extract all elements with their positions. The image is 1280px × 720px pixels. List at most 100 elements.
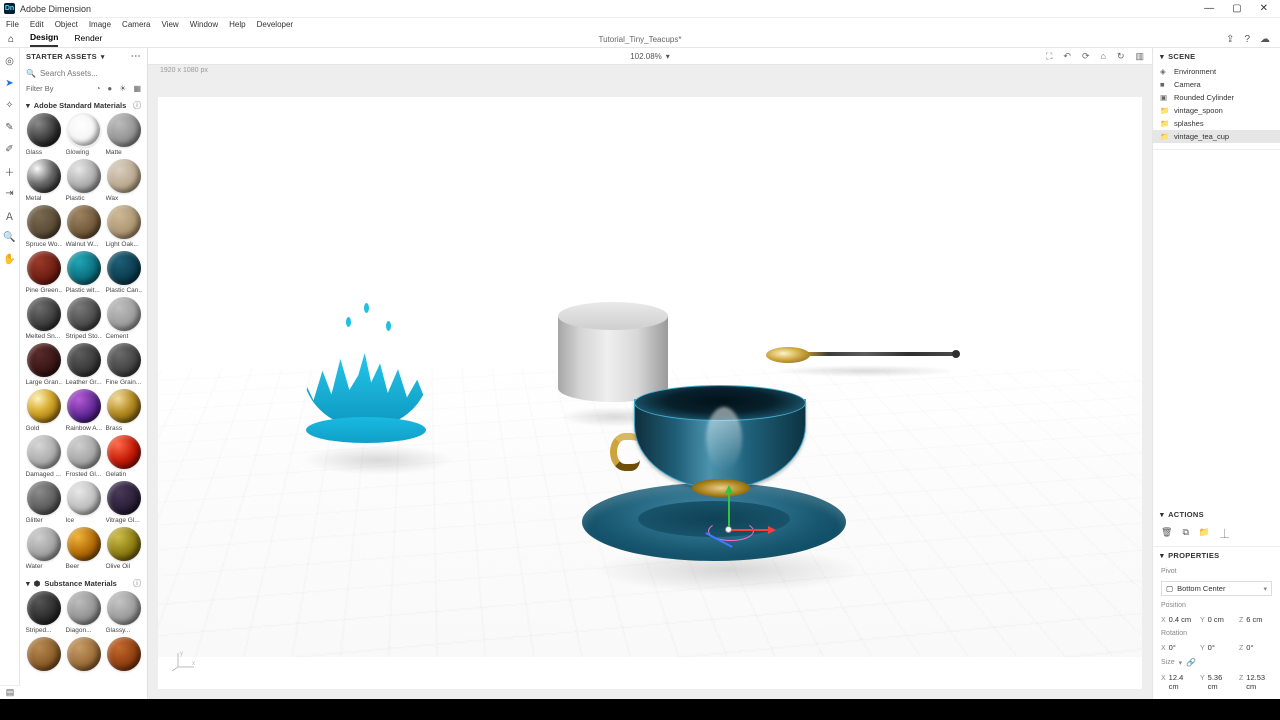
material-metal[interactable]: Metal [25, 159, 62, 202]
pivot-dropdown[interactable]: ▢Bottom Center▾ [1161, 581, 1272, 596]
scene-item-camera[interactable]: ■Camera [1153, 78, 1280, 91]
assets-header[interactable]: STARTER ASSETS ▾ ⋯ [20, 48, 147, 65]
rotation-x[interactable]: X0° [1161, 643, 1194, 652]
refresh-icon[interactable]: ↻ [1117, 51, 1125, 62]
zoom-control[interactable]: 102.08% ▾ [630, 52, 670, 61]
position-z[interactable]: Z6 cm [1239, 615, 1272, 624]
material-gelatin[interactable]: Gelatin [105, 435, 142, 478]
material-plasticwit[interactable]: Plastic wit... [65, 251, 102, 294]
tool-select[interactable]: ➤ [3, 76, 17, 90]
material-largegran[interactable]: Large Gran... [25, 343, 62, 386]
material-gold[interactable]: Gold [25, 389, 62, 432]
camera-home-icon[interactable]: ⌂ [1101, 51, 1106, 62]
scene-item-rounded-cylinder[interactable]: ▣Rounded Cylinder [1153, 91, 1280, 104]
tool-align[interactable]: ⇥ [3, 186, 17, 200]
material-stripedsto[interactable]: Striped Sto... [65, 297, 102, 340]
menu-help[interactable]: Help [229, 20, 245, 29]
material-sprucewo[interactable]: Spruce Wo... [25, 205, 62, 248]
tab-design[interactable]: Design [30, 32, 58, 47]
object-spoon[interactable] [766, 341, 956, 365]
delete-icon[interactable]: 🗑 [1161, 527, 1172, 540]
menu-object[interactable]: Object [55, 20, 78, 29]
help-icon[interactable]: ? [1244, 34, 1250, 45]
actions-header[interactable]: ▾ACTIONS [1153, 506, 1280, 523]
scene-item-environment[interactable]: ◈Environment [1153, 65, 1280, 78]
substance-material[interactable]: Glassy... [105, 591, 142, 634]
substance-material[interactable] [65, 637, 102, 673]
tool-hand[interactable]: ✋ [3, 252, 17, 266]
size-y[interactable]: Y5.36 cm [1200, 673, 1233, 691]
material-glowing[interactable]: Glowing [65, 113, 102, 156]
tool-text[interactable]: Ａ [3, 208, 17, 222]
menu-window[interactable]: Window [190, 20, 218, 29]
section-standard-materials[interactable]: ▾ Adobe Standard Materials ⓘ [20, 96, 147, 113]
rotation-z[interactable]: Z0° [1239, 643, 1272, 652]
material-cement[interactable]: Cement [105, 297, 142, 340]
material-glitter[interactable]: Glitter [25, 481, 62, 524]
size-z[interactable]: Z12.53 cm [1239, 673, 1272, 691]
material-glass[interactable]: Glass [25, 113, 62, 156]
material-damaged[interactable]: Damaged ... [25, 435, 62, 478]
tool-move[interactable]: ✧ [3, 98, 17, 112]
substance-material[interactable]: Diagon... [65, 591, 102, 634]
more-icon[interactable]: ⋯ [131, 51, 141, 62]
material-lightoak[interactable]: Light Oak... [105, 205, 142, 248]
substance-material[interactable] [25, 637, 62, 673]
search-input[interactable] [40, 69, 150, 78]
object-teacup[interactable] [574, 367, 854, 587]
scene-item-splashes[interactable]: 📁splashes [1153, 117, 1280, 130]
group-icon[interactable]: 📁 [1199, 527, 1210, 540]
close-icon[interactable]: ✕ [1260, 3, 1268, 14]
canvas-3d[interactable]: yx [158, 97, 1142, 689]
scene-header[interactable]: ▾SCENE [1153, 48, 1280, 65]
material-pinegreen[interactable]: Pine Green... [25, 251, 62, 294]
scene-item-vintage-spoon[interactable]: 📁vintage_spoon [1153, 104, 1280, 117]
share-icon[interactable]: ⇪ [1226, 34, 1234, 45]
home-icon[interactable]: ⌂ [8, 34, 14, 45]
position-y[interactable]: Y0 cm [1200, 615, 1233, 624]
substance-material[interactable] [105, 637, 142, 673]
tool-zoom[interactable]: 🔍 [3, 230, 17, 244]
material-wax[interactable]: Wax [105, 159, 142, 202]
scene-item-vintage-tea-cup[interactable]: 📁vintage_tea_cup [1153, 130, 1280, 143]
chevron-down-icon[interactable]: ▾ [1179, 659, 1183, 667]
align-ground-icon[interactable]: ⏊ [1220, 527, 1229, 540]
substance-material[interactable]: Striped... [25, 591, 62, 634]
section-substance-materials[interactable]: ▾ ⬢ Substance Materials ⓘ [20, 574, 147, 591]
material-meltedsn[interactable]: Melted Sn... [25, 297, 62, 340]
menu-camera[interactable]: Camera [122, 20, 150, 29]
content-panel-icon[interactable]: ▤ [0, 685, 20, 699]
material-ice[interactable]: Ice [65, 481, 102, 524]
position-x[interactable]: X0.4 cm [1161, 615, 1194, 624]
tool-add[interactable]: ＋ [3, 164, 17, 178]
material-plasticcan[interactable]: Plastic Can... [105, 251, 142, 294]
tool-wand[interactable]: ✎ [3, 120, 17, 134]
menu-edit[interactable]: Edit [30, 20, 44, 29]
camera-sync-icon[interactable]: ⟳ [1082, 51, 1090, 62]
menu-developer[interactable]: Developer [257, 20, 293, 29]
material-brass[interactable]: Brass [105, 389, 142, 432]
material-water[interactable]: Water [25, 527, 62, 570]
minimize-icon[interactable]: — [1204, 3, 1214, 14]
feedback-icon[interactable]: ☁ [1260, 34, 1270, 45]
info-icon[interactable]: ⓘ [133, 578, 141, 589]
transform-gizmo[interactable] [716, 487, 776, 547]
tool-target[interactable]: ◎ [3, 54, 17, 68]
material-matte[interactable]: Matte [105, 113, 142, 156]
filter-image-icon[interactable]: ▦ [133, 84, 141, 93]
material-vitragegl[interactable]: Vitrage Gl... [105, 481, 142, 524]
rotation-y[interactable]: Y0° [1200, 643, 1233, 652]
material-beer[interactable]: Beer [65, 527, 102, 570]
menu-image[interactable]: Image [89, 20, 111, 29]
tab-render[interactable]: Render [74, 33, 102, 46]
menu-view[interactable]: View [162, 20, 179, 29]
render-preview-icon[interactable]: ▥ [1135, 51, 1144, 62]
material-rainbowa[interactable]: Rainbow A... [65, 389, 102, 432]
camera-undo-icon[interactable]: ↶ [1063, 51, 1071, 62]
material-leathergr[interactable]: Leather Gr... [65, 343, 102, 386]
material-oliveoil[interactable]: Olive Oil [105, 527, 142, 570]
properties-header[interactable]: ▾PROPERTIES [1153, 547, 1280, 564]
info-icon[interactable]: ⓘ [133, 100, 141, 111]
size-x[interactable]: X12.4 cm [1161, 673, 1194, 691]
filter-light-icon[interactable]: ☀ [119, 84, 126, 93]
